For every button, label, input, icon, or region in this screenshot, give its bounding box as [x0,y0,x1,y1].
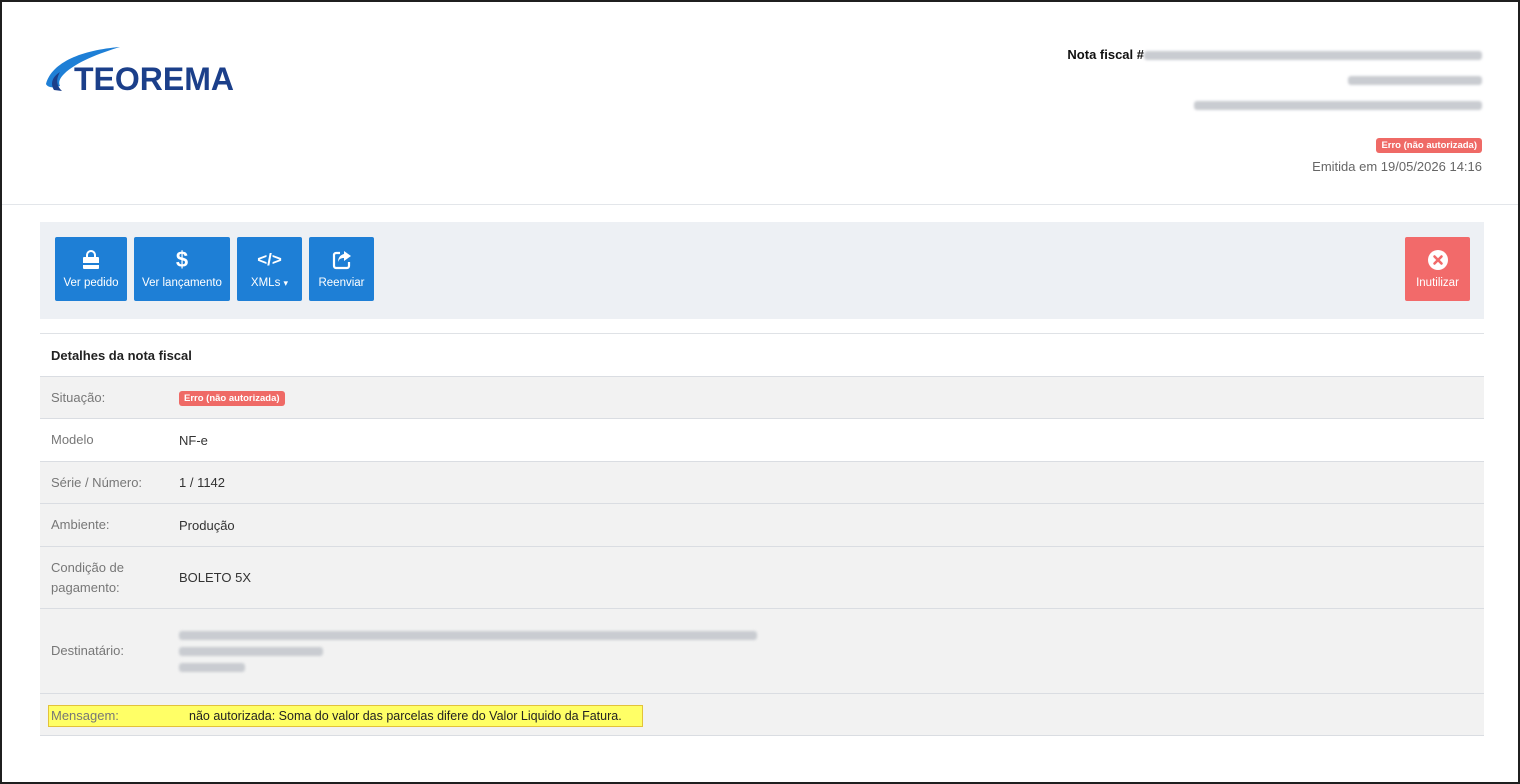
ver-lancamento-label: Ver lançamento [142,277,222,289]
page-header: TEOREMA Nota fiscal # Erro (não autoriza… [2,2,1518,205]
ver-pedido-button[interactable]: Ver pedido [55,237,127,301]
label-ambiente: Ambiente: [51,517,110,532]
label-serie-numero: Série / Número: [51,474,143,490]
row-condicao-pagamento: Condição de pagamento: BOLETO 5X [40,547,1484,609]
label-destinatario: Destinatário: [51,643,124,658]
value-ambiente: Produção [179,517,235,533]
value-serie-numero: 1 / 1142 [179,475,226,490]
value-modelo: NF-e [179,432,208,448]
row-destinatario: Destinatário: [40,609,1484,694]
row-modelo: Modelo NF-e [40,419,1484,462]
row-serie-numero: Série / Número: 1 / 1142 [40,462,1484,504]
label-mensagem: Mensagem: [51,708,119,723]
code-icon: </> [257,250,282,269]
ver-pedido-label: Ver pedido [63,277,119,289]
caret-down-icon: ▾ [283,278,289,288]
teorema-logo: TEOREMA [46,47,234,97]
action-toolbar: Ver pedido $ Ver lançamento </> XMLs ▾ R… [40,222,1484,319]
reenviar-button[interactable]: Reenviar [309,237,374,301]
label-modelo: Modelo [51,432,94,447]
value-condicao-pagamento: BOLETO 5X [179,570,252,585]
xmls-label: XMLs [250,277,281,289]
share-icon [332,251,351,270]
nota-info: Nota fiscal # [1067,46,1482,121]
nota-key-redacted-2 [1348,76,1482,86]
situacao-badge: Erro (não autorizada) [179,391,285,406]
inutilizar-label: Inutilizar [1416,277,1459,289]
row-mensagem: Mensagem: não autorizada: Soma do valor … [40,694,1484,736]
nota-issuer-redacted [1194,101,1482,111]
row-ambiente: Ambiente: Produção [40,504,1484,547]
xmls-dropdown-button[interactable]: </> XMLs ▾ [237,237,302,301]
status-badge: Erro (não autorizada) [1376,138,1482,153]
mensagem-highlight: Mensagem: não autorizada: Soma do valor … [48,705,643,727]
ver-lancamento-button[interactable]: $ Ver lançamento [134,237,230,301]
emitted-date: Emitida em 19/05/2026 14:16 [1312,159,1482,174]
app-window: TEOREMA Nota fiscal # Erro (não autoriza… [0,0,1520,784]
close-circle-icon [1427,250,1448,270]
label-condicao-pagamento: Condição de pagamento: [51,559,124,595]
svg-text:TEOREMA: TEOREMA [74,61,234,97]
reenviar-label: Reenviar [318,277,365,289]
inutilizar-button[interactable]: Inutilizar [1405,237,1470,301]
nota-title: Nota fiscal # [1067,47,1144,62]
details-heading: Detalhes da nota fiscal [40,334,1484,377]
dollar-icon: $ [175,247,189,272]
nota-key-redacted [1144,51,1482,61]
label-situacao: Situação: [51,389,106,405]
shopping-bag-icon [83,250,99,269]
destinatario-redacted [179,624,757,679]
details-table: Detalhes da nota fiscal Situação: Erro (… [40,333,1484,736]
value-mensagem: não autorizada: Soma do valor das parcel… [189,709,622,723]
row-situacao: Situação: Erro (não autorizada) [40,377,1484,419]
